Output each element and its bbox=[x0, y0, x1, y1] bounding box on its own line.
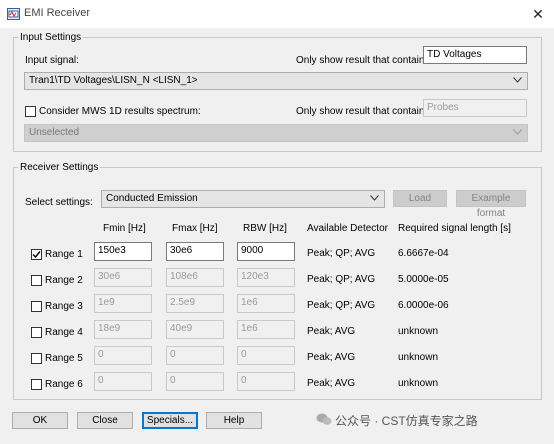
settings-select-value: Conducted Emission bbox=[106, 193, 198, 204]
detector-value: Peak; AVG bbox=[307, 326, 356, 337]
specials-button[interactable]: Specials... bbox=[142, 412, 198, 429]
settings-select[interactable]: Conducted Emission bbox=[101, 190, 385, 208]
fmax-input[interactable]: 2.5e9 bbox=[166, 294, 224, 313]
length-value: 5.0000e-05 bbox=[398, 274, 449, 285]
rbw-input[interactable]: 1e6 bbox=[237, 320, 295, 339]
chevron-down-icon bbox=[370, 195, 379, 201]
window-title: EMI Receiver bbox=[24, 7, 91, 19]
length-header: Required signal length [s] bbox=[398, 223, 511, 234]
range-label: Range 6 bbox=[45, 379, 83, 390]
rbw-input[interactable]: 1e6 bbox=[237, 294, 295, 313]
fmax-input[interactable]: 0 bbox=[166, 346, 224, 365]
fmax-header: Fmax [Hz] bbox=[172, 223, 218, 234]
input-signal-label: Input signal: bbox=[25, 55, 79, 66]
rbw-header: RBW [Hz] bbox=[243, 223, 287, 234]
mws-select[interactable]: Unselected bbox=[24, 124, 528, 142]
input-signal-select[interactable]: Tran1\TD Voltages\LISN_N <LISN_1> bbox=[24, 72, 528, 90]
fmax-input[interactable]: 30e6 bbox=[166, 242, 224, 261]
detector-header: Available Detector bbox=[307, 223, 388, 234]
ok-button[interactable]: OK bbox=[12, 412, 68, 429]
receiver-settings-legend: Receiver Settings bbox=[20, 162, 99, 173]
mws-checkbox[interactable] bbox=[25, 106, 36, 117]
fmin-input[interactable]: 18e9 bbox=[94, 320, 152, 339]
mws-filter-input[interactable]: Probes bbox=[423, 99, 527, 117]
range-label: Range 5 bbox=[45, 353, 83, 364]
mws-label: Consider MWS 1D results spectrum: bbox=[39, 106, 201, 117]
input-signal-value: Tran1\TD Voltages\LISN_N <LISN_1> bbox=[29, 75, 198, 86]
rbw-input[interactable]: 0 bbox=[237, 372, 295, 391]
fmax-input[interactable]: 0 bbox=[166, 372, 224, 391]
mws-filter-label: Only show result that contain: bbox=[296, 106, 428, 117]
detector-value: Peak; QP; AVG bbox=[307, 274, 376, 285]
range-checkbox[interactable] bbox=[31, 249, 42, 260]
load-button[interactable]: Load bbox=[393, 190, 447, 207]
range-checkbox[interactable] bbox=[31, 379, 42, 390]
rbw-input[interactable]: 0 bbox=[237, 346, 295, 365]
fmax-input[interactable]: 40e9 bbox=[166, 320, 224, 339]
length-value: unknown bbox=[398, 352, 439, 363]
length-value: 6.0000e-06 bbox=[398, 300, 449, 311]
title-bar: EMI Receiver ✕ bbox=[0, 0, 554, 28]
rbw-input[interactable]: 120e3 bbox=[237, 268, 295, 287]
range-checkbox[interactable] bbox=[31, 353, 42, 364]
fmin-input[interactable]: 30e6 bbox=[94, 268, 152, 287]
detector-value: Peak; AVG bbox=[307, 378, 356, 389]
fmax-input[interactable]: 108e6 bbox=[166, 268, 224, 287]
app-icon bbox=[7, 8, 20, 20]
detector-value: Peak; AVG bbox=[307, 352, 356, 363]
range-checkbox[interactable] bbox=[31, 327, 42, 338]
length-value: unknown bbox=[398, 378, 439, 389]
fmin-input[interactable]: 1e9 bbox=[94, 294, 152, 313]
range-checkbox[interactable] bbox=[31, 301, 42, 312]
wechat-icon bbox=[316, 413, 332, 425]
detector-value: Peak; QP; AVG bbox=[307, 300, 376, 311]
length-value: unknown bbox=[398, 326, 439, 337]
help-button[interactable]: Help bbox=[206, 412, 262, 429]
filter-input[interactable]: TD Voltages bbox=[423, 46, 527, 64]
input-settings-legend: Input Settings bbox=[20, 32, 82, 43]
rbw-input[interactable]: 9000 bbox=[237, 242, 295, 261]
fmin-input[interactable]: 150e3 bbox=[94, 242, 152, 261]
mws-select-value: Unselected bbox=[29, 127, 80, 138]
close-button[interactable]: Close bbox=[77, 412, 133, 429]
chevron-down-icon bbox=[513, 77, 522, 83]
range-checkbox[interactable] bbox=[31, 275, 42, 286]
watermark-text: 公众号 · CST仿真专家之路 bbox=[335, 414, 478, 428]
fmin-input[interactable]: 0 bbox=[94, 372, 152, 391]
range-label: Range 1 bbox=[45, 249, 83, 260]
range-label: Range 3 bbox=[45, 301, 83, 312]
filter-label: Only show result that contain: bbox=[296, 55, 428, 66]
chevron-down-icon bbox=[513, 129, 522, 135]
range-label: Range 4 bbox=[45, 327, 83, 338]
fmin-input[interactable]: 0 bbox=[94, 346, 152, 365]
close-icon[interactable]: ✕ bbox=[526, 3, 550, 25]
fmin-header: Fmin [Hz] bbox=[103, 223, 146, 234]
range-label: Range 2 bbox=[45, 275, 83, 286]
length-value: 6.6667e-04 bbox=[398, 248, 449, 259]
select-settings-label: Select settings: bbox=[25, 197, 93, 208]
detector-value: Peak; QP; AVG bbox=[307, 248, 376, 259]
example-format-button[interactable]: Example format bbox=[456, 190, 526, 219]
